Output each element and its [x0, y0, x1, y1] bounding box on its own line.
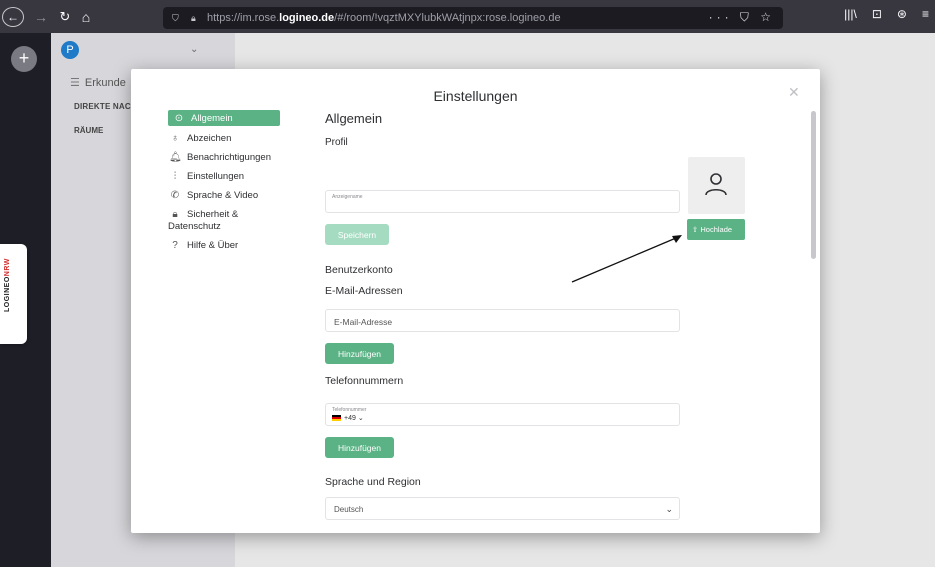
annotation-arrow: [571, 235, 682, 283]
